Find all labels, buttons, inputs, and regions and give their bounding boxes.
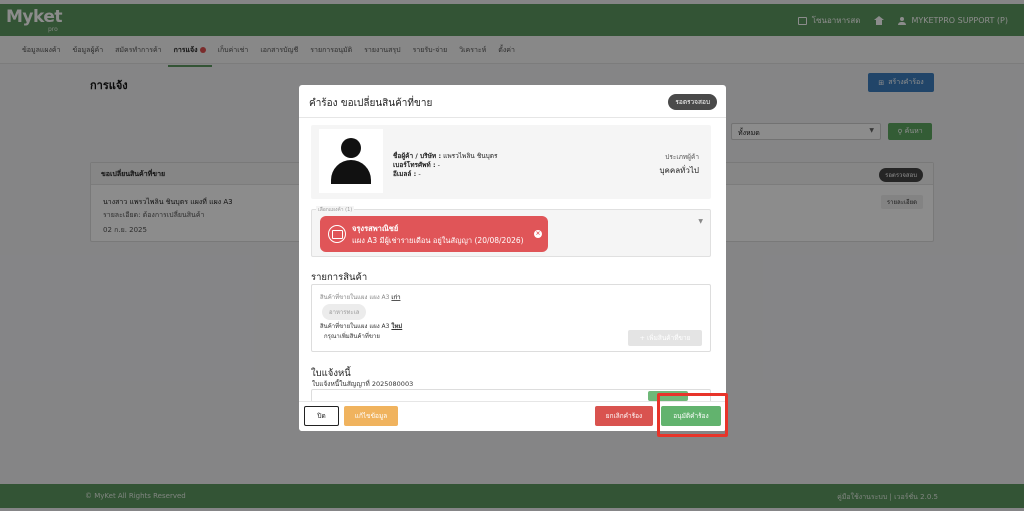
add-product-hint: กรุณาเพิ่มสินค้าที่ขาย (324, 333, 380, 340)
selected-stall-chip[interactable]: จรุงรสพาณิชย์ แผง A3 มีผู้เช่ารายเดือน อ… (320, 216, 548, 252)
customer-phone-label: เบอร์โทรศัพท์ : (393, 161, 436, 169)
stall-description: แผง A3 มีผู้เช่ารายเดือน อยู่ในสัญญา (20… (352, 236, 524, 245)
stall-select[interactable]: เลือกแผงค้า (1) ▼ จรุงรสพาณิชย์ แผง A3 ม… (311, 206, 711, 257)
old-tag: เก่า (391, 294, 401, 301)
products-section-title: รายการสินค้า (311, 272, 368, 283)
cancel-request-button[interactable]: ยกเลิกคำร้อง (595, 406, 653, 426)
customer-email-label: อีเมลล์ : (393, 170, 417, 178)
customer-name-label: ชื่อผู้ค้า / บริษัท : (393, 152, 442, 160)
customer-name-value: แพรวไพลิน ชินบุตร (443, 152, 498, 160)
customer-card: ชื่อผู้ค้า / บริษัท : แพรวไพลิน ชินบุตร … (311, 125, 711, 199)
customer-email-value: - (418, 170, 421, 178)
products-box: สินค้าที่ขายในแผง แผง A3 เก่า อาหารทะเล … (311, 284, 711, 352)
avatar-head-shape (341, 138, 361, 158)
new-products-text: สินค้าที่ขายในแผง แผง A3 (320, 323, 390, 330)
modal-body[interactable]: ชื่อผู้ค้า / บริษัท : แพรวไพลิน ชินบุตร … (299, 118, 726, 401)
new-tag: ใหม่ (391, 323, 403, 330)
close-button[interactable]: ปิด (304, 406, 339, 426)
avatar-body-shape (331, 160, 371, 184)
invoice-number: ใบแจ้งหนี้ในสัญญาที่ 2025080003 (312, 380, 414, 388)
request-modal: คำร้อง ขอเปลี่ยนสินค้าที่ขาย รอตรวจสอบ ช… (299, 85, 726, 431)
customer-type: ประเภทผู้ค้า บุคคลทั่วไป (659, 152, 699, 177)
modal-title: คำร้อง ขอเปลี่ยนสินค้าที่ขาย (299, 85, 726, 118)
stall-shop-name: จรุงรสพาณิชย์ (352, 224, 399, 233)
customer-type-label: ประเภทผู้ค้า (665, 153, 699, 161)
modal-status-badge: รอตรวจสอบ (668, 94, 717, 110)
approve-highlight-box (657, 393, 728, 437)
customer-info: ชื่อผู้ค้า / บริษัท : แพรวไพลิน ชินบุตร … (393, 152, 498, 179)
store-icon (328, 225, 346, 243)
customer-type-value: บุคคลทั่วไป (659, 166, 699, 175)
old-products-label: สินค้าที่ขายในแผง แผง A3 เก่า (320, 292, 400, 302)
avatar (319, 129, 383, 193)
close-icon[interactable]: × (534, 230, 542, 238)
new-products-label: สินค้าที่ขายในแผง แผง A3 ใหม่ (320, 321, 402, 331)
edit-button[interactable]: แก้ไขข้อมูล (344, 406, 398, 426)
chevron-down-icon: ▼ (698, 218, 703, 225)
old-products-text: สินค้าที่ขายในแผง แผง A3 (320, 294, 390, 301)
add-product-button[interactable]: + เพิ่มสินค้าที่ขาย (628, 330, 702, 346)
old-product-chip: อาหารทะเล (322, 304, 367, 320)
customer-phone-value: - (437, 161, 441, 169)
stall-select-label: เลือกแผงค้า (1) (316, 206, 355, 214)
